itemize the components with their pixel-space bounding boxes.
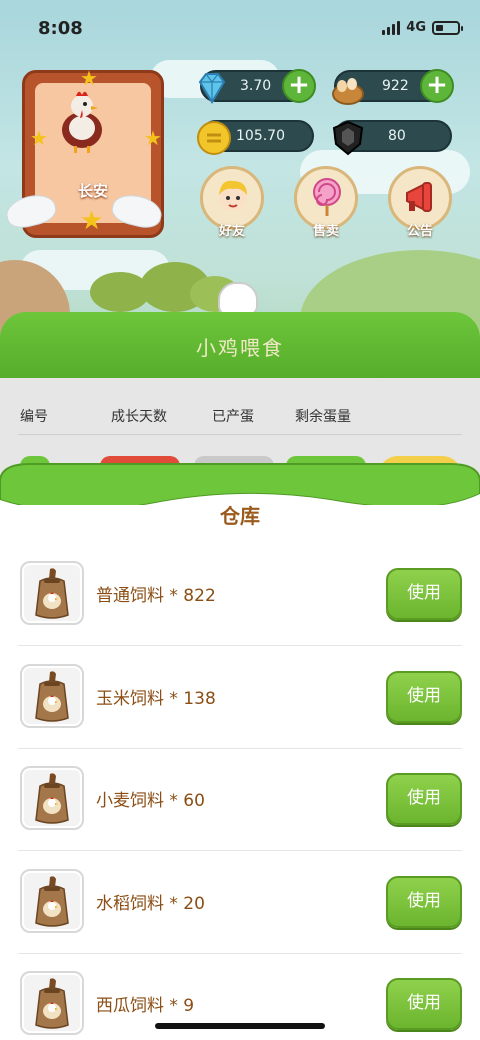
signal-icon <box>382 20 401 35</box>
home-indicator[interactable] <box>155 1023 325 1029</box>
player-name: 长安 <box>77 182 108 200</box>
shield-icon <box>332 120 364 156</box>
add-egg-button[interactable]: + <box>420 69 454 103</box>
megaphone-icon <box>406 182 432 212</box>
feed-sack-icon <box>35 568 69 619</box>
warehouse-title: 仓库 <box>220 504 260 528</box>
star-icon: ★ <box>80 66 98 90</box>
item-label: 小麦饲料 * 60 <box>96 791 205 811</box>
status-indicators: 4G <box>382 20 463 35</box>
egg-value: 922 <box>382 78 409 94</box>
diamond-icon <box>198 73 226 104</box>
add-diamond-button[interactable]: + <box>282 69 316 103</box>
column-header-id: 编号 <box>20 409 48 425</box>
feed-sack-icon <box>35 875 69 927</box>
friends-icon <box>219 180 247 211</box>
friends-label: 好友 <box>218 224 245 239</box>
warehouse-item: 小麦饲料 * 60 使用 <box>0 748 480 851</box>
lollipop-icon <box>313 178 341 216</box>
diamond-value: 3.70 <box>240 78 272 94</box>
feed-sack-thumbnail <box>20 561 84 625</box>
sell-label: 售卖 <box>312 224 339 239</box>
use-button[interactable]: 使用 <box>386 875 462 928</box>
coin-icon <box>197 121 231 155</box>
feed-sack-thumbnail <box>20 663 84 728</box>
use-button[interactable]: 使用 <box>386 773 462 825</box>
use-button[interactable]: 使用 <box>386 568 462 620</box>
diamond-resource: 3.70 + <box>198 69 316 104</box>
status-time: 8:08 <box>38 18 83 39</box>
use-button[interactable]: 使用 <box>386 978 462 1030</box>
coin-value: 105.70 <box>236 128 285 144</box>
egg-basket-icon <box>332 78 364 105</box>
coin-resource: 105.70 <box>197 120 314 155</box>
item-label: 水稻饲料 * 20 <box>96 893 205 914</box>
use-button[interactable]: 使用 <box>386 670 462 723</box>
column-header-eggs-laid: 已产蛋 <box>212 409 254 425</box>
feed-sack-icon <box>35 773 69 824</box>
points-value: 80 <box>388 128 406 144</box>
feed-sack-thumbnail <box>20 868 84 933</box>
feed-sack-icon <box>35 978 69 1029</box>
network-type: 4G <box>406 20 426 35</box>
item-label: 西瓜饲料 * 9 <box>96 996 195 1016</box>
notice-label: 公告 <box>406 224 433 239</box>
feeding-table-divider <box>18 434 462 435</box>
star-icon: ★ <box>80 206 104 236</box>
rooster-icon <box>62 91 102 153</box>
star-icon: ★ <box>144 126 162 150</box>
star-icon: ★ <box>30 126 48 150</box>
warehouse-item: 普通饲料 * 822 使用 <box>0 543 480 646</box>
warehouse-item: 水稻饲料 * 20 使用 <box>0 851 480 954</box>
glove-icon <box>218 282 258 316</box>
egg-resource: 922 + <box>332 69 454 105</box>
column-header-eggs-remaining: 剩余蛋量 <box>295 409 351 425</box>
feed-sack-thumbnail <box>20 766 84 830</box>
feeding-panel-title: 小鸡喂食 <box>196 336 284 360</box>
feed-sack-thumbnail <box>20 971 84 1035</box>
feed-sack-icon <box>35 670 69 722</box>
item-label: 普通饲料 * 822 <box>96 586 216 606</box>
column-header-growth-days: 成长天数 <box>111 409 167 425</box>
battery-icon <box>432 20 463 35</box>
points-resource: 80 <box>332 120 452 156</box>
item-label: 玉米饲料 * 138 <box>96 688 216 709</box>
warehouse-item: 玉米饲料 * 138 使用 <box>0 646 480 749</box>
